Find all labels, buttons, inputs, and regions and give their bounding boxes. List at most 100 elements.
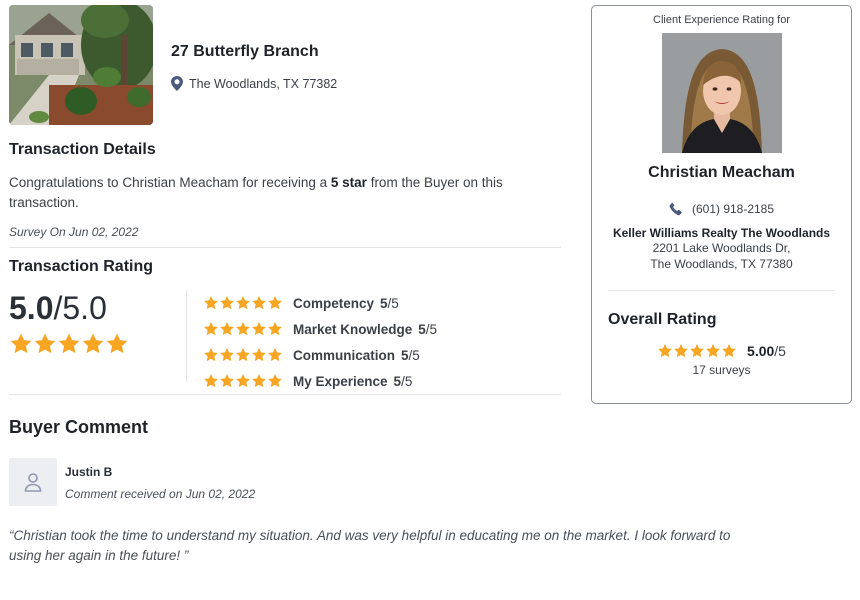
- star-icon: [204, 374, 218, 388]
- category-score-max: /5: [401, 373, 413, 389]
- category-score-max: /5: [425, 321, 438, 337]
- comment-date: Comment received on Jun 02, 2022: [65, 487, 256, 501]
- card-divider: [608, 290, 835, 291]
- category-rating-row: Market Knowledge 5/5: [203, 316, 437, 342]
- category-score: 5/5: [394, 374, 413, 389]
- star-icon: [268, 322, 282, 336]
- star-icon: [82, 333, 104, 354]
- overall-rating-max: /5: [774, 343, 786, 359]
- star-icon: [220, 322, 234, 336]
- transaction-details-title: Transaction Details: [9, 141, 156, 158]
- overall-score: 5.0/5.0: [9, 290, 186, 326]
- star-icon: [268, 374, 282, 388]
- overall-rating-title: Overall Rating: [608, 311, 717, 328]
- category-rating-row: My Experience 5/5: [203, 368, 437, 394]
- agent-address-line2: The Woodlands, TX 77380: [650, 257, 793, 271]
- star-icon: [106, 333, 128, 354]
- divider: [9, 394, 561, 395]
- star-icon: [220, 296, 234, 310]
- star-icon: [268, 348, 282, 362]
- category-score-max: /5: [408, 347, 420, 363]
- overall-rating-row: 5.00/5: [592, 343, 851, 359]
- property-address[interactable]: 27 Butterfly Branch: [171, 43, 337, 61]
- overall-stars: [9, 332, 186, 356]
- overall-score-max: /5.0: [53, 290, 107, 326]
- category-score-value: 5: [380, 295, 388, 311]
- category-label: Communication: [293, 347, 396, 363]
- property-header: 27 Butterfly Branch The Woodlands, TX 77…: [9, 5, 561, 125]
- category-score: 5/5: [380, 296, 399, 311]
- user-icon: [24, 473, 42, 492]
- category-score-value: 5: [418, 321, 426, 337]
- comment-text: “Christian took the time to understand m…: [9, 528, 731, 563]
- category-stars: [203, 347, 293, 363]
- star-icon: [658, 344, 672, 358]
- star-icon: [252, 322, 266, 336]
- star-icon: [690, 344, 704, 358]
- star-icon: [236, 348, 250, 362]
- agent-phone-number: (601) 918-2185: [691, 202, 775, 216]
- star-icon: [252, 296, 266, 310]
- agent-company: Keller Williams Realty The Woodlands: [612, 226, 831, 240]
- category-label: Market Knowledge: [293, 321, 413, 337]
- star-icon: [236, 374, 250, 388]
- divider: [9, 247, 561, 248]
- overall-transaction-rating: 5.0/5.0: [9, 290, 187, 382]
- card-label: Client Experience Rating for: [653, 14, 790, 26]
- map-pin-icon: [171, 76, 183, 91]
- details-text-start: Congratulations to Christian Meacham for…: [9, 175, 331, 190]
- transaction-details-text: Congratulations to Christian Meacham for…: [9, 173, 561, 213]
- star-icon: [10, 333, 32, 354]
- agent-name[interactable]: Christian Meacham: [592, 164, 851, 182]
- agent-address-line1: 2201 Lake Woodlands Dr,: [652, 241, 791, 255]
- category-score: 5/5: [418, 322, 437, 337]
- star-icon: [252, 374, 266, 388]
- buyer-comment-title: Buyer Comment: [9, 417, 149, 437]
- star-icon: [268, 296, 282, 310]
- property-location: The Woodlands, TX 77382: [171, 76, 337, 91]
- rating-block: 5.0/5.0 Competency 5/5 Market Knowledge 5/5…: [9, 290, 561, 389]
- star-icon: [204, 296, 218, 310]
- star-icon: [252, 348, 266, 362]
- agent-phone[interactable]: (601) 918-2185: [592, 202, 851, 216]
- category-score: 5/5: [401, 348, 420, 363]
- transaction-panel: 27 Butterfly Branch The Woodlands, TX 77…: [9, 5, 730, 566]
- transaction-rating-title: Transaction Rating: [9, 258, 154, 275]
- category-stars: [203, 373, 293, 389]
- commenter: Justin B Comment received on Jun 02, 202…: [9, 458, 561, 506]
- category-label: Competency: [293, 295, 375, 311]
- star-icon: [722, 344, 736, 358]
- star-icon: [236, 296, 250, 310]
- category-label: My Experience: [293, 373, 388, 389]
- commenter-name: Justin B: [65, 465, 113, 479]
- details-text-stars: 5 star: [330, 175, 367, 190]
- overall-rating-stars: [657, 343, 737, 359]
- category-rating-row: Communication 5/5: [203, 342, 437, 368]
- property-photo[interactable]: [9, 5, 153, 125]
- star-icon: [204, 322, 218, 336]
- category-score-value: 5: [401, 347, 409, 363]
- category-stars: [203, 321, 293, 337]
- star-icon: [58, 333, 80, 354]
- overall-score-value: 5.0: [9, 290, 54, 326]
- commenter-info: Justin B Comment received on Jun 02, 202…: [65, 458, 255, 506]
- survey-count[interactable]: 17 surveys: [592, 363, 851, 377]
- category-score-value: 5: [393, 373, 402, 389]
- overall-rating-score: 5.00/5: [747, 343, 786, 359]
- category-score-max: /5: [387, 295, 399, 311]
- star-icon: [220, 348, 234, 362]
- star-icon: [34, 333, 56, 354]
- agent-photo[interactable]: [661, 33, 782, 153]
- star-icon: [204, 348, 218, 362]
- star-icon: [674, 344, 688, 358]
- star-icon: [220, 374, 234, 388]
- agent-rating-card: Client Experience Rating for Christian M…: [591, 5, 852, 404]
- property-city: The Woodlands, TX 77382: [189, 76, 338, 91]
- category-ratings: Competency 5/5 Market Knowledge 5/5 Communic…: [187, 290, 437, 389]
- survey-date: Survey On Jun 02, 2022: [9, 225, 139, 239]
- phone-icon: [669, 202, 682, 216]
- avatar: [9, 458, 57, 506]
- star-icon: [236, 322, 250, 336]
- star-icon: [706, 344, 720, 358]
- category-rating-row: Competency 5/5: [203, 290, 437, 316]
